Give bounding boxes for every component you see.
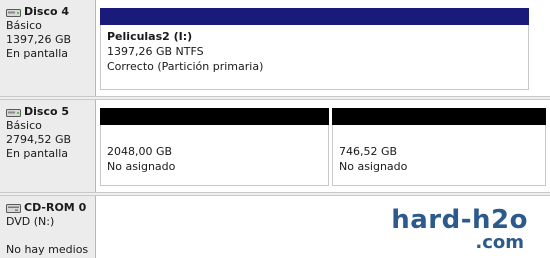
partition-color-bar — [100, 8, 529, 25]
disk-status: En pantalla — [6, 147, 69, 160]
disk-type: Básico — [6, 119, 42, 132]
disk-info-pane[interactable]: Disco 4 Básico 1397,26 GB En pantalla — [0, 0, 96, 96]
partition-size: 2048,00 GB — [107, 145, 173, 158]
disk-info-pane[interactable]: CD-ROM 0 DVD (N:) No hay medios — [0, 196, 96, 258]
disk-type: DVD (N:) — [6, 215, 55, 228]
disk-type: Básico — [6, 19, 42, 32]
partition-unallocated-2[interactable]: 746,52 GB No asignado — [332, 100, 546, 192]
partition-details[interactable]: Peliculas2 (I:) 1397,26 GB NTFS Correcto… — [100, 25, 529, 90]
partition-details[interactable]: 2048,00 GB No asignado — [100, 125, 329, 186]
disk-row-disco-4[interactable]: Disco 4 Básico 1397,26 GB En pantalla Pe… — [0, 0, 550, 96]
disk-name: Disco 5 — [24, 105, 70, 118]
partition-color-bar — [332, 108, 546, 125]
watermark-logo: hard-h2o .com — [391, 206, 528, 252]
partition-status: No asignado — [339, 160, 408, 173]
watermark-main: hard-h2o — [391, 205, 528, 235]
partition-title: Peliculas2 (I:) — [107, 30, 193, 43]
partition-size: 746,52 GB — [339, 145, 398, 158]
partition-size: 1397,26 GB NTFS — [107, 45, 204, 58]
disk-name: Disco 4 — [24, 5, 70, 18]
partition-status: Correcto (Partición primaria) — [107, 60, 264, 73]
partition-color-bar — [100, 108, 329, 125]
disk-status: En pantalla — [6, 47, 69, 60]
disk-info-pane[interactable]: Disco 5 Básico 2794,52 GB En pantalla — [0, 100, 96, 192]
partition-peliculas2[interactable]: Peliculas2 (I:) 1397,26 GB NTFS Correcto… — [100, 0, 529, 96]
hard-disk-icon — [6, 108, 21, 117]
disk-status: No hay medios — [6, 243, 89, 256]
disk-size: 1397,26 GB — [6, 33, 72, 46]
watermark-sub: .com — [475, 232, 524, 253]
partition-details[interactable]: 746,52 GB No asignado — [332, 125, 546, 186]
partition-status: No asignado — [107, 160, 176, 173]
partition-unallocated-1[interactable]: 2048,00 GB No asignado — [100, 100, 329, 192]
hard-disk-icon — [6, 8, 21, 17]
disk-size: 2794,52 GB — [6, 133, 72, 146]
disk-row-disco-5[interactable]: Disco 5 Básico 2794,52 GB En pantalla 20… — [0, 100, 550, 192]
cdrom-drive-icon — [6, 203, 21, 213]
disk-name: CD-ROM 0 — [24, 201, 87, 214]
